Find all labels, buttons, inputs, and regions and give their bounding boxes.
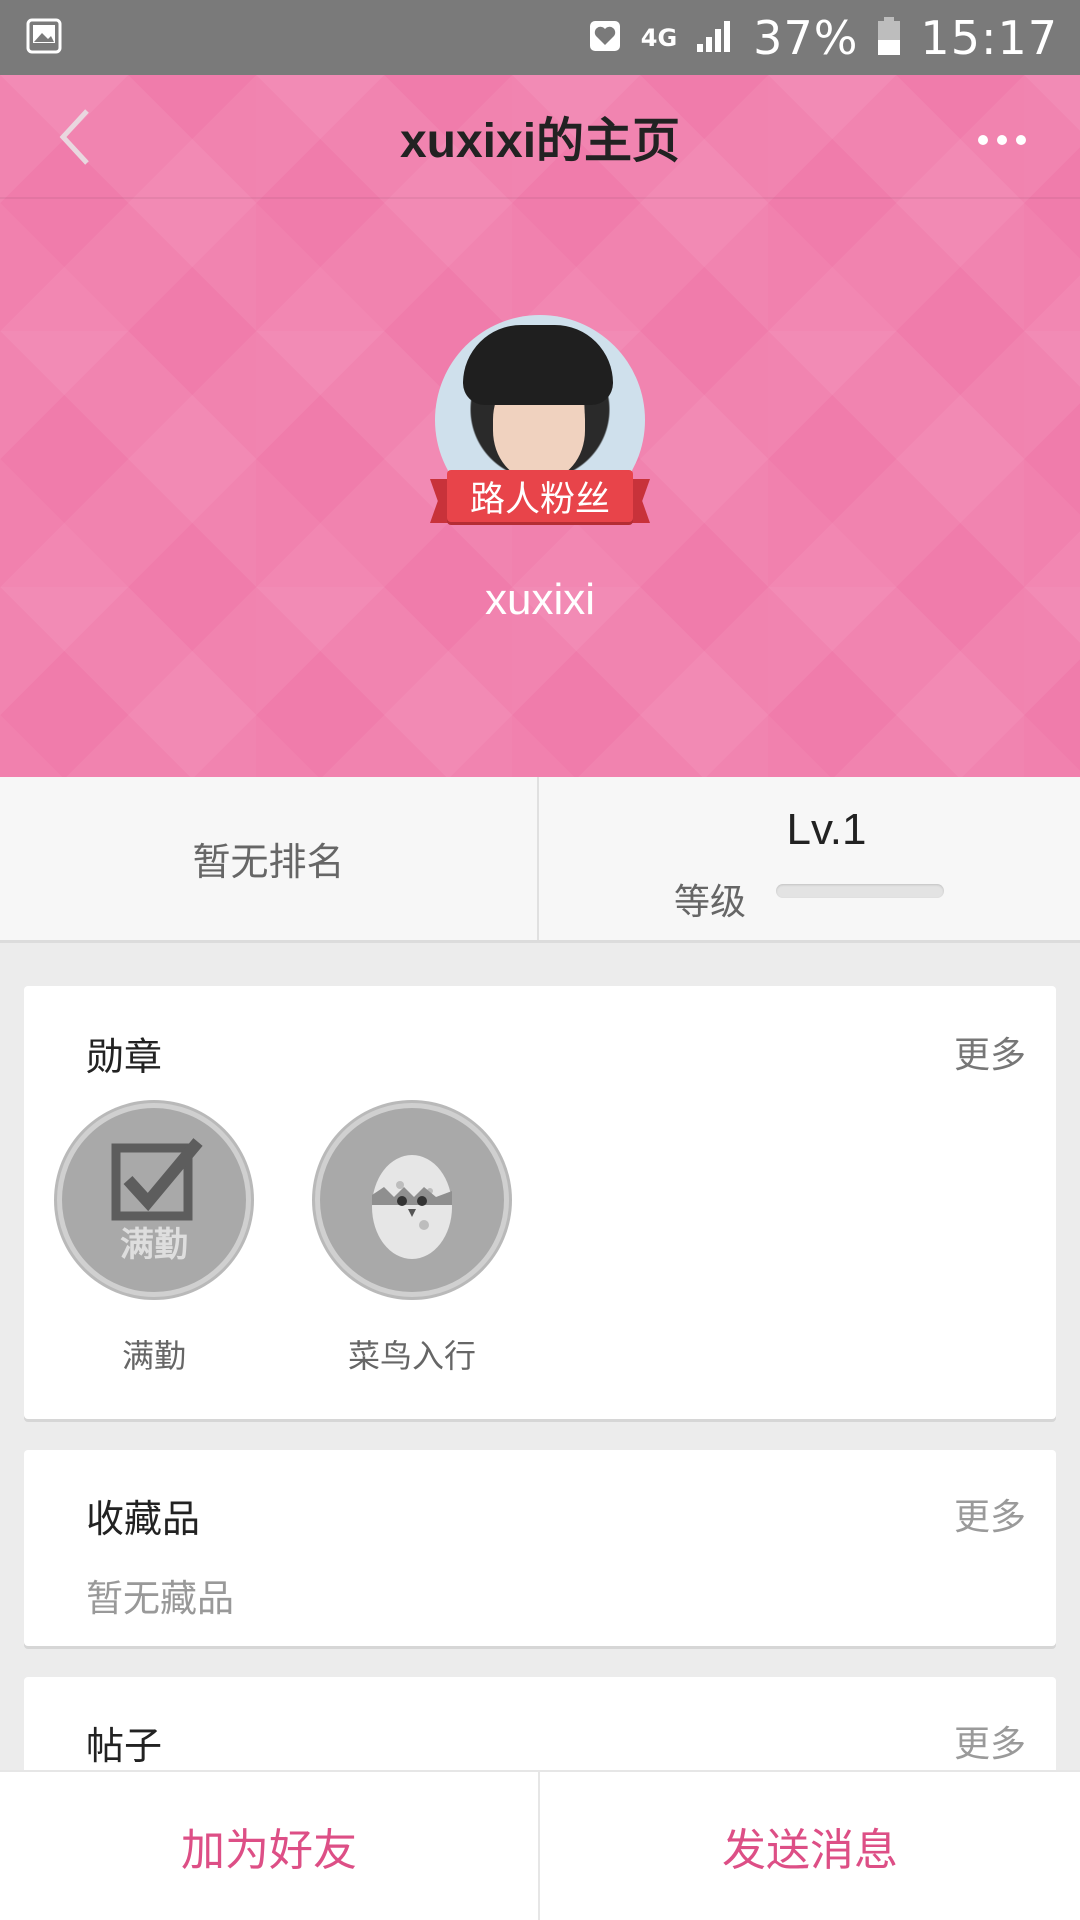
posts-more-link[interactable]: 更多: [954, 1715, 1026, 1767]
level-value: Lv.1: [786, 805, 867, 854]
rank-stat: 暂无排名: [0, 777, 539, 940]
add-friend-button[interactable]: 加为好友: [0, 1772, 540, 1920]
battery-icon: [876, 16, 902, 60]
medal-item[interactable]: 满勤 满勤: [57, 1103, 251, 1377]
medal-badge-text: 满勤: [120, 1225, 188, 1265]
status-bar-right: 4G 37% 15:17: [587, 11, 1058, 65]
posts-title: 帖子: [86, 1724, 163, 1768]
nav-bar: xuxixi的主页: [0, 75, 1080, 199]
level-progress-bar: [776, 884, 944, 898]
stats-bar: 暂无排名 Lv.1 等级: [0, 777, 1080, 943]
medals-card: 勋章 更多 满勤 满勤 菜鸟入行: [24, 986, 1056, 1419]
more-button[interactable]: [962, 105, 1042, 175]
medals-title: 勋章: [86, 1035, 163, 1079]
status-bar: 4G 37% 15:17: [0, 0, 1080, 75]
checkbox-medal-icon: 满勤: [57, 1103, 251, 1297]
avatar-hair: [463, 325, 613, 405]
collection-more-link[interactable]: 更多: [954, 1488, 1026, 1540]
battery-percent: 37%: [753, 10, 859, 65]
level-stat: Lv.1 等级: [539, 777, 1080, 940]
egg-chick-medal-icon: [315, 1103, 509, 1297]
more-dots-icon: [997, 135, 1007, 145]
fan-badge-label: 路人粉丝: [469, 479, 610, 520]
medal-label: 满勤: [121, 1337, 186, 1375]
send-message-button[interactable]: 发送消息: [540, 1772, 1080, 1920]
collection-empty-text: 暂无藏品: [86, 1577, 234, 1620]
status-bar-left: [26, 18, 62, 58]
collection-title: 收藏品: [86, 1497, 201, 1541]
fan-level-badge: 路人粉丝: [430, 465, 650, 527]
username: xuxixi: [484, 575, 596, 624]
signal-icon: [695, 18, 735, 58]
more-dots-icon: [978, 135, 988, 145]
level-label: 等级: [674, 882, 747, 923]
clock: 15:17: [920, 10, 1058, 65]
chevron-left-icon: [59, 109, 89, 165]
bottom-action-bar: 加为好友 发送消息: [0, 1770, 1080, 1920]
medal-label: 菜鸟入行: [347, 1337, 476, 1375]
heart-icon: [587, 18, 623, 58]
medals-more-link[interactable]: 更多: [954, 1026, 1026, 1078]
page-title: xuxixi的主页: [399, 115, 681, 168]
back-button[interactable]: [40, 97, 110, 177]
ribbon-band: 路人粉丝: [447, 470, 633, 522]
image-icon: [26, 18, 62, 58]
medal-item[interactable]: 菜鸟入行: [315, 1103, 509, 1377]
collection-card: 收藏品 更多 暂无藏品: [24, 1450, 1056, 1646]
more-dots-icon: [1016, 135, 1026, 145]
network-indicator: 4G: [640, 23, 678, 52]
profile-header: xuxixi的主页 路人粉丝 xuxixi: [0, 75, 1080, 777]
